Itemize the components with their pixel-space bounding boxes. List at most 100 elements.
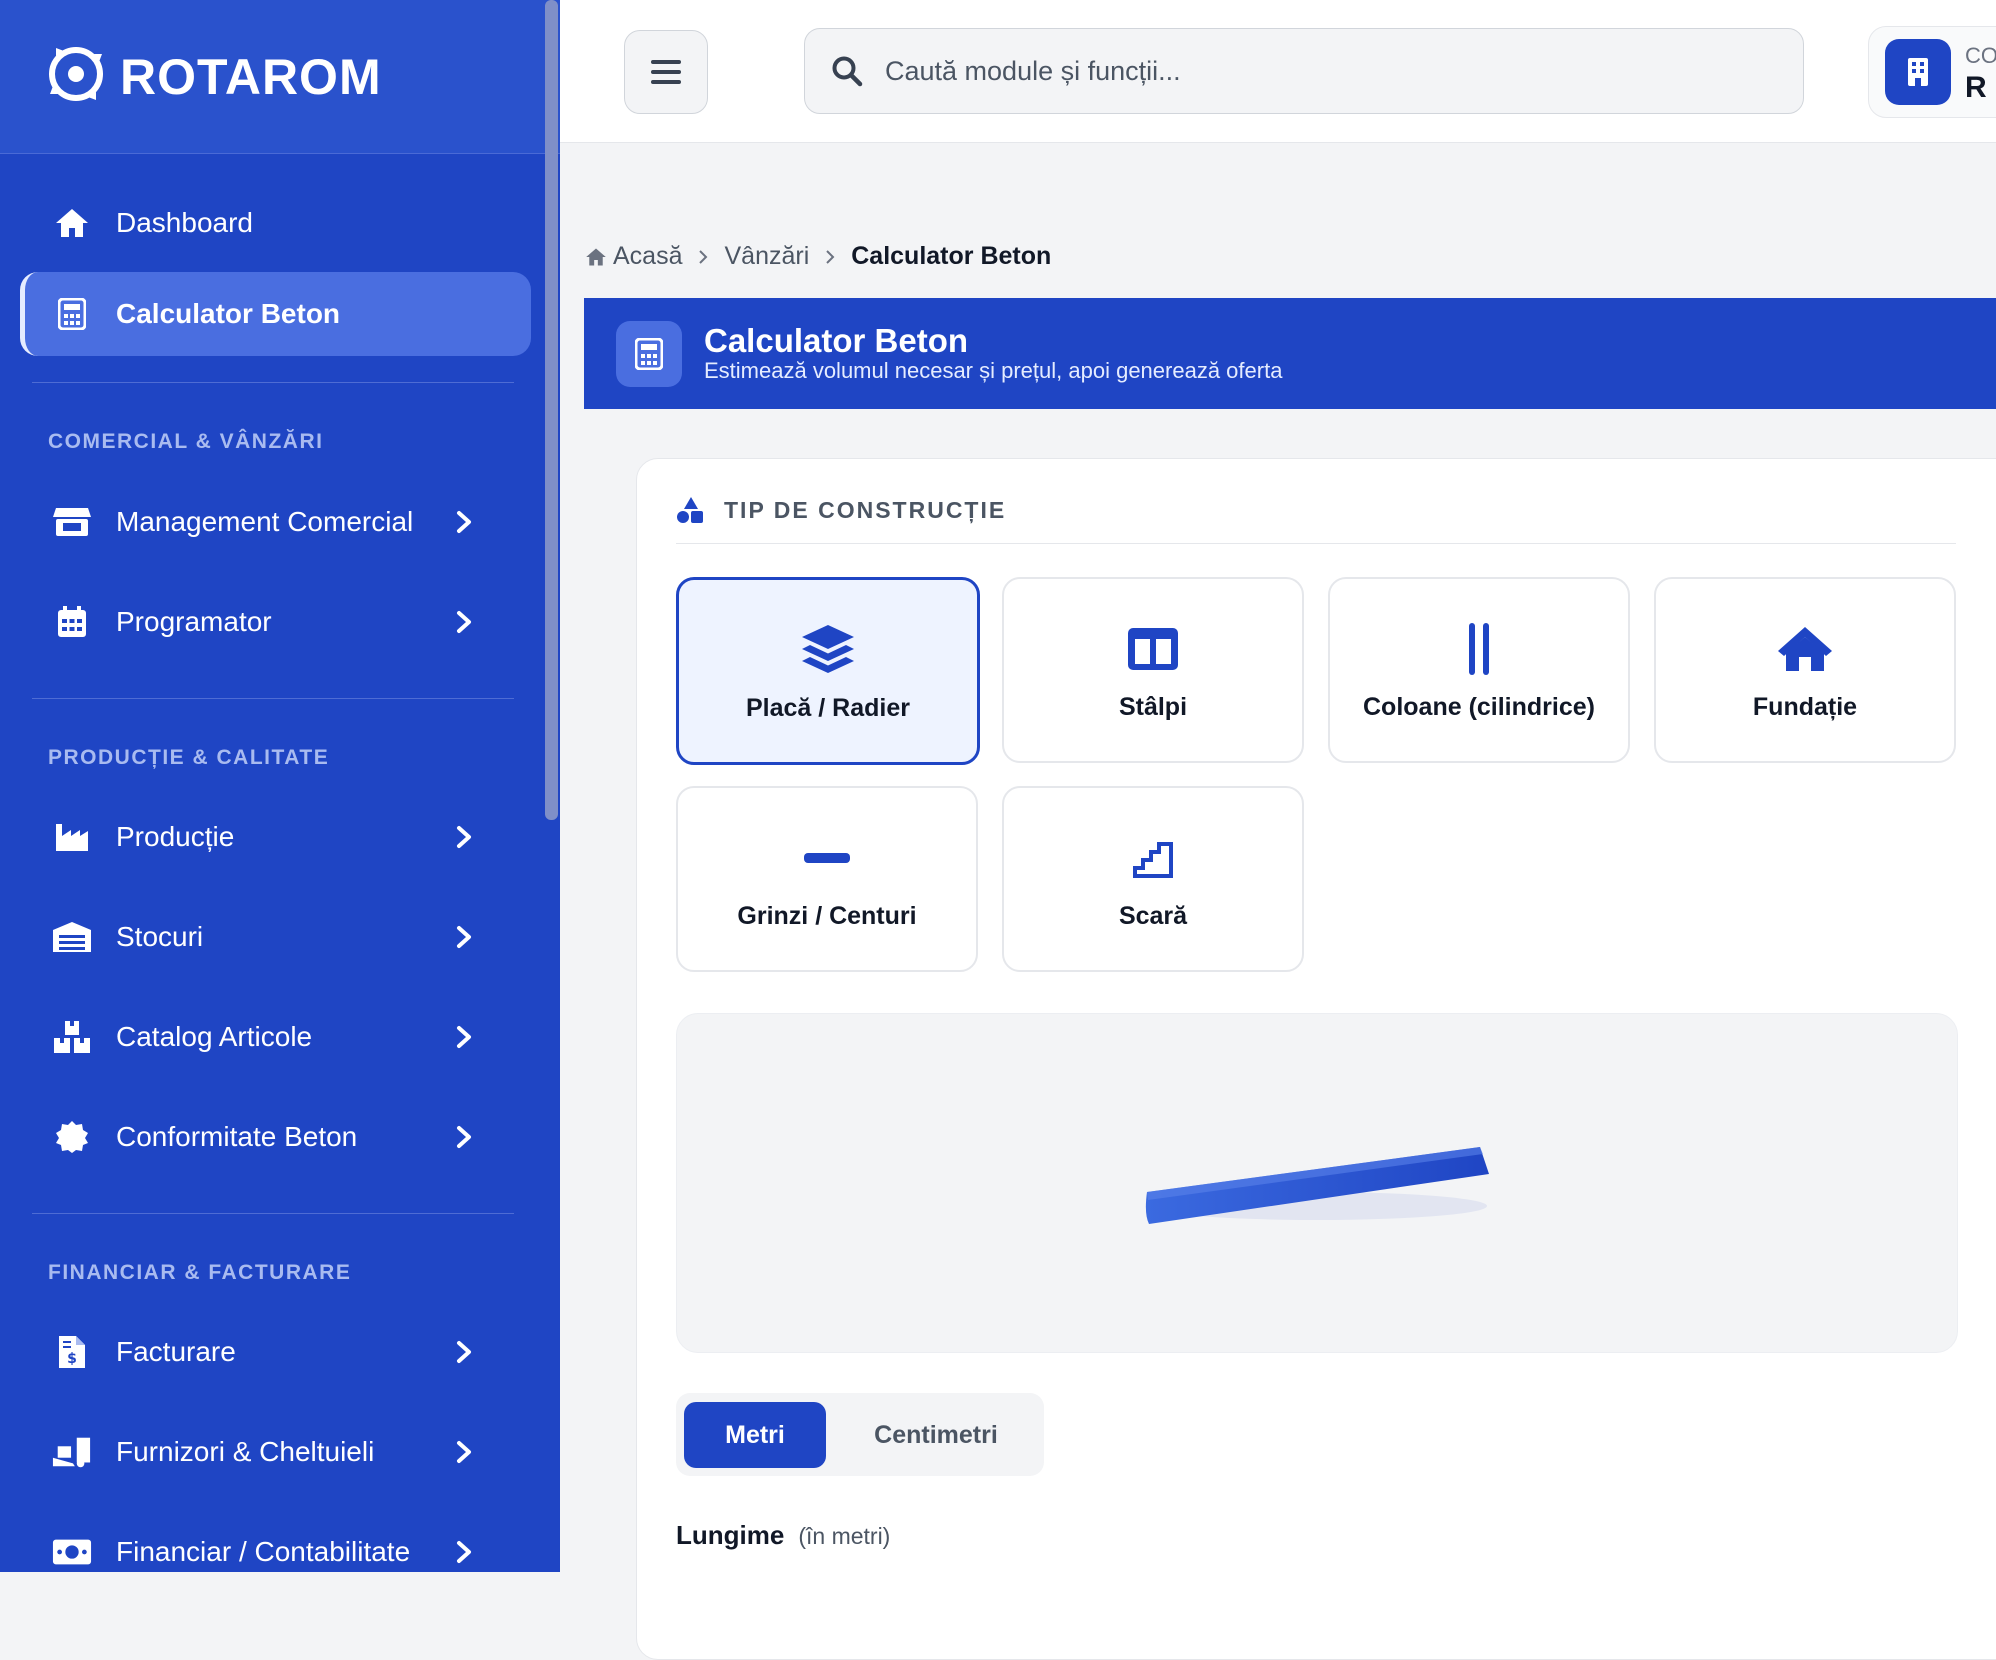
company-label: CO (1965, 43, 1996, 68)
sidebar-item-label: Catalog Articole (116, 1021, 313, 1052)
warehouse-icon (52, 917, 92, 957)
boxes-icon (52, 1017, 92, 1057)
sidebar-item-dashboard[interactable]: Dashboard (20, 181, 526, 265)
money-bill-icon (52, 1532, 92, 1572)
construction-option-placa-radier[interactable]: Placă / Radier (676, 577, 980, 765)
sidebar-section-title: COMERCIAL & VÂNZĂRI (48, 430, 324, 453)
page-subtitle: Estimează volumul necesar și prețul, apo… (704, 358, 1283, 383)
sidebar-item-productie[interactable]: Producție (20, 795, 526, 879)
logo-area: ROTAROM (0, 0, 560, 154)
construction-type-heading: TIP DE CONSTRUCȚIE (676, 496, 1006, 524)
field-label: Lungime (676, 1520, 785, 1550)
chevron-right-icon (457, 1126, 471, 1148)
breadcrumb: Acasă Vânzări Calculator Beton (585, 242, 1051, 271)
sidebar-item-label: Calculator Beton (116, 298, 341, 329)
shape-preview (676, 1013, 1958, 1353)
length-field-label: Lungime (în metri) (676, 1520, 890, 1551)
sidebar-item-label: Dashboard (116, 207, 253, 238)
sidebar-item-facturare[interactable]: $ Facturare (20, 1310, 526, 1394)
brand-name: ROTAROM (120, 49, 382, 105)
sidebar-item-programator[interactable]: Programator (20, 580, 526, 664)
grip-lines-vertical-icon (1449, 619, 1509, 679)
sidebar-divider (32, 1213, 514, 1214)
layers-icon (798, 620, 858, 680)
option-label: Grinzi / Centuri (737, 901, 917, 930)
search-icon (832, 56, 863, 87)
chevron-right-icon (457, 1341, 471, 1363)
sidebar-item-calculator-beton[interactable]: Calculator Beton (20, 272, 531, 356)
construction-option-coloane[interactable]: Coloane (cilindrice) (1328, 577, 1630, 763)
hamburger-icon (651, 60, 681, 84)
sidebar-item-label: Programator (116, 606, 272, 637)
menu-toggle-button[interactable] (624, 30, 708, 114)
sidebar-item-furnizori-cheltuieli[interactable]: Furnizori & Cheltuieli (20, 1410, 526, 1494)
home-icon (586, 247, 606, 266)
chevron-right-icon (457, 826, 471, 848)
shapes-icon (677, 497, 703, 523)
rotarom-logo-icon (49, 47, 103, 101)
field-hint: (în metri) (798, 1523, 891, 1549)
search-bar[interactable] (804, 28, 1804, 114)
calculator-icon (52, 294, 92, 334)
sidebar-item-label: Furnizori & Cheltuieli (116, 1436, 375, 1467)
sidebar-item-label: Facturare (116, 1336, 236, 1367)
svg-text:$: $ (67, 1351, 77, 1367)
sidebar-item-label: Stocuri (116, 921, 204, 952)
chevron-right-icon (457, 1026, 471, 1048)
chevron-right-icon (457, 1441, 471, 1463)
option-label: Coloane (cilindrice) (1363, 692, 1595, 721)
unit-toggle: Metri Centimetri (676, 1393, 1044, 1476)
breadcrumb-parent-link[interactable]: Vânzări (724, 242, 809, 271)
sidebar-section-title: PRODUCȚIE & CALITATE (48, 746, 330, 769)
unit-option-centimetri[interactable]: Centimetri (836, 1402, 1036, 1468)
chevron-right-icon (826, 249, 835, 264)
company-name: R (1965, 71, 1987, 104)
breadcrumb-current: Calculator Beton (851, 242, 1052, 270)
sidebar-item-label: Producție (116, 821, 235, 852)
slab-preview-graphic (1145, 1147, 1489, 1224)
option-label: Fundație (1752, 692, 1858, 721)
sidebar-item-label: Conformitate Beton (116, 1121, 358, 1152)
sidebar-divider (32, 382, 514, 383)
page-header: Calculator Beton Estimează volumul neces… (584, 298, 1996, 409)
construction-option-fundatie[interactable]: Fundație (1654, 577, 1956, 763)
home-icon (52, 203, 92, 243)
chevron-right-icon (457, 511, 471, 533)
sidebar-item-conformitate-beton[interactable]: Conformitate Beton (20, 1095, 526, 1179)
sidebar-item-management-comercial[interactable]: Management Comercial (20, 480, 526, 564)
truck-loading-icon (52, 1432, 92, 1472)
sidebar-item-catalog-articole[interactable]: Catalog Articole (20, 995, 526, 1079)
construction-option-stalpi[interactable]: Stâlpi (1002, 577, 1304, 763)
sidebar-divider (32, 698, 514, 699)
construction-option-scara[interactable]: Scară (1002, 786, 1304, 972)
calendar-icon (52, 602, 92, 642)
house-icon (1775, 619, 1835, 679)
industry-icon (52, 817, 92, 857)
sidebar-item-label: Management Comercial (116, 506, 414, 537)
page-title: Calculator Beton (704, 322, 969, 359)
sidebar-section-title: FINANCIAR & FACTURARE (48, 1261, 352, 1284)
chevron-right-icon (699, 249, 708, 264)
unit-option-metri[interactable]: Metri (684, 1402, 826, 1468)
topbar: CO R (560, 0, 1996, 143)
company-selector[interactable]: CO R (1868, 26, 1996, 118)
certificate-icon (52, 1117, 92, 1157)
option-label: Placă / Radier (746, 693, 910, 722)
store-icon (52, 502, 92, 542)
construction-option-grinzi-centuri[interactable]: Grinzi / Centuri (676, 786, 978, 972)
minus-icon (797, 828, 857, 888)
breadcrumb-home-link[interactable]: Acasă (613, 242, 682, 271)
stairs-icon (1123, 828, 1183, 888)
option-label: Scară (1118, 901, 1188, 930)
search-input[interactable] (883, 54, 1767, 88)
calculator-icon (616, 321, 682, 387)
chevron-right-icon (457, 1541, 471, 1563)
columns-icon (1123, 619, 1183, 679)
sidebar-scrollbar[interactable] (545, 0, 558, 820)
section-divider (676, 543, 1956, 544)
sidebar-item-stocuri[interactable]: Stocuri (20, 895, 526, 979)
sidebar: ROTAROM Dashboard Calculator Beton COMER… (0, 0, 560, 1572)
chevron-right-icon (457, 926, 471, 948)
sidebar-item-label: Financiar / Contabilitate (116, 1536, 411, 1567)
sidebar-item-financiar-contabilitate[interactable]: Financiar / Contabilitate (20, 1510, 526, 1572)
